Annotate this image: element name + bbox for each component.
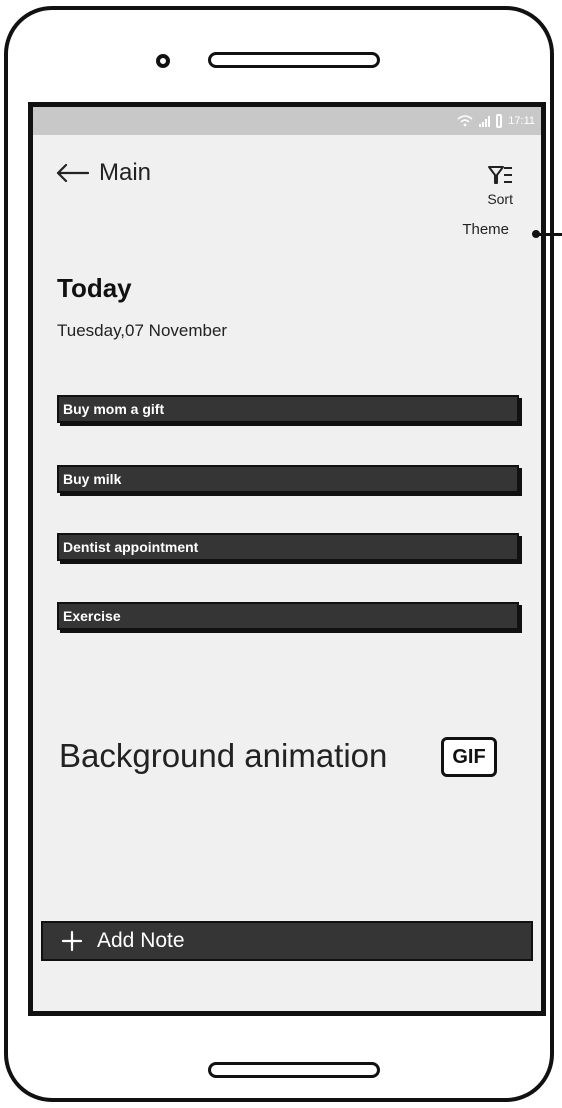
back-navigation[interactable]: Main (55, 159, 151, 187)
note-item[interactable]: Buy mom a gift (57, 395, 519, 423)
page-title: Main (99, 159, 152, 186)
plus-icon (61, 930, 83, 952)
status-bar: 17:11 (33, 107, 541, 135)
home-button[interactable] (208, 1062, 380, 1078)
note-item[interactable]: Dentist appointment (57, 533, 519, 561)
background-animation-label: Background animation (59, 737, 388, 774)
sort-button[interactable]: Sort (487, 163, 513, 207)
camera-icon (156, 54, 170, 68)
add-note-button[interactable]: Add Note (41, 921, 533, 961)
status-time: 17:11 (508, 115, 535, 127)
signal-icon (479, 115, 491, 127)
wifi-icon (457, 115, 473, 127)
theme-button[interactable]: Theme (462, 221, 509, 238)
annotation-connector (536, 233, 562, 236)
app-screen: 17:11 Main Sort Theme Today Tuesday,07 N… (28, 102, 546, 1016)
date-label: Tuesday,07 November (57, 321, 228, 340)
add-note-label: Add Note (97, 929, 185, 952)
speaker-grille (208, 52, 380, 68)
filter-sort-icon[interactable] (487, 163, 513, 189)
gif-badge[interactable]: GIF (441, 737, 497, 777)
section-heading: Today (57, 273, 132, 303)
sort-label: Sort (487, 191, 513, 207)
arrow-left-icon[interactable] (55, 163, 89, 183)
note-item[interactable]: Exercise (57, 602, 519, 630)
note-item[interactable]: Buy milk (57, 465, 519, 493)
battery-icon (496, 114, 503, 128)
